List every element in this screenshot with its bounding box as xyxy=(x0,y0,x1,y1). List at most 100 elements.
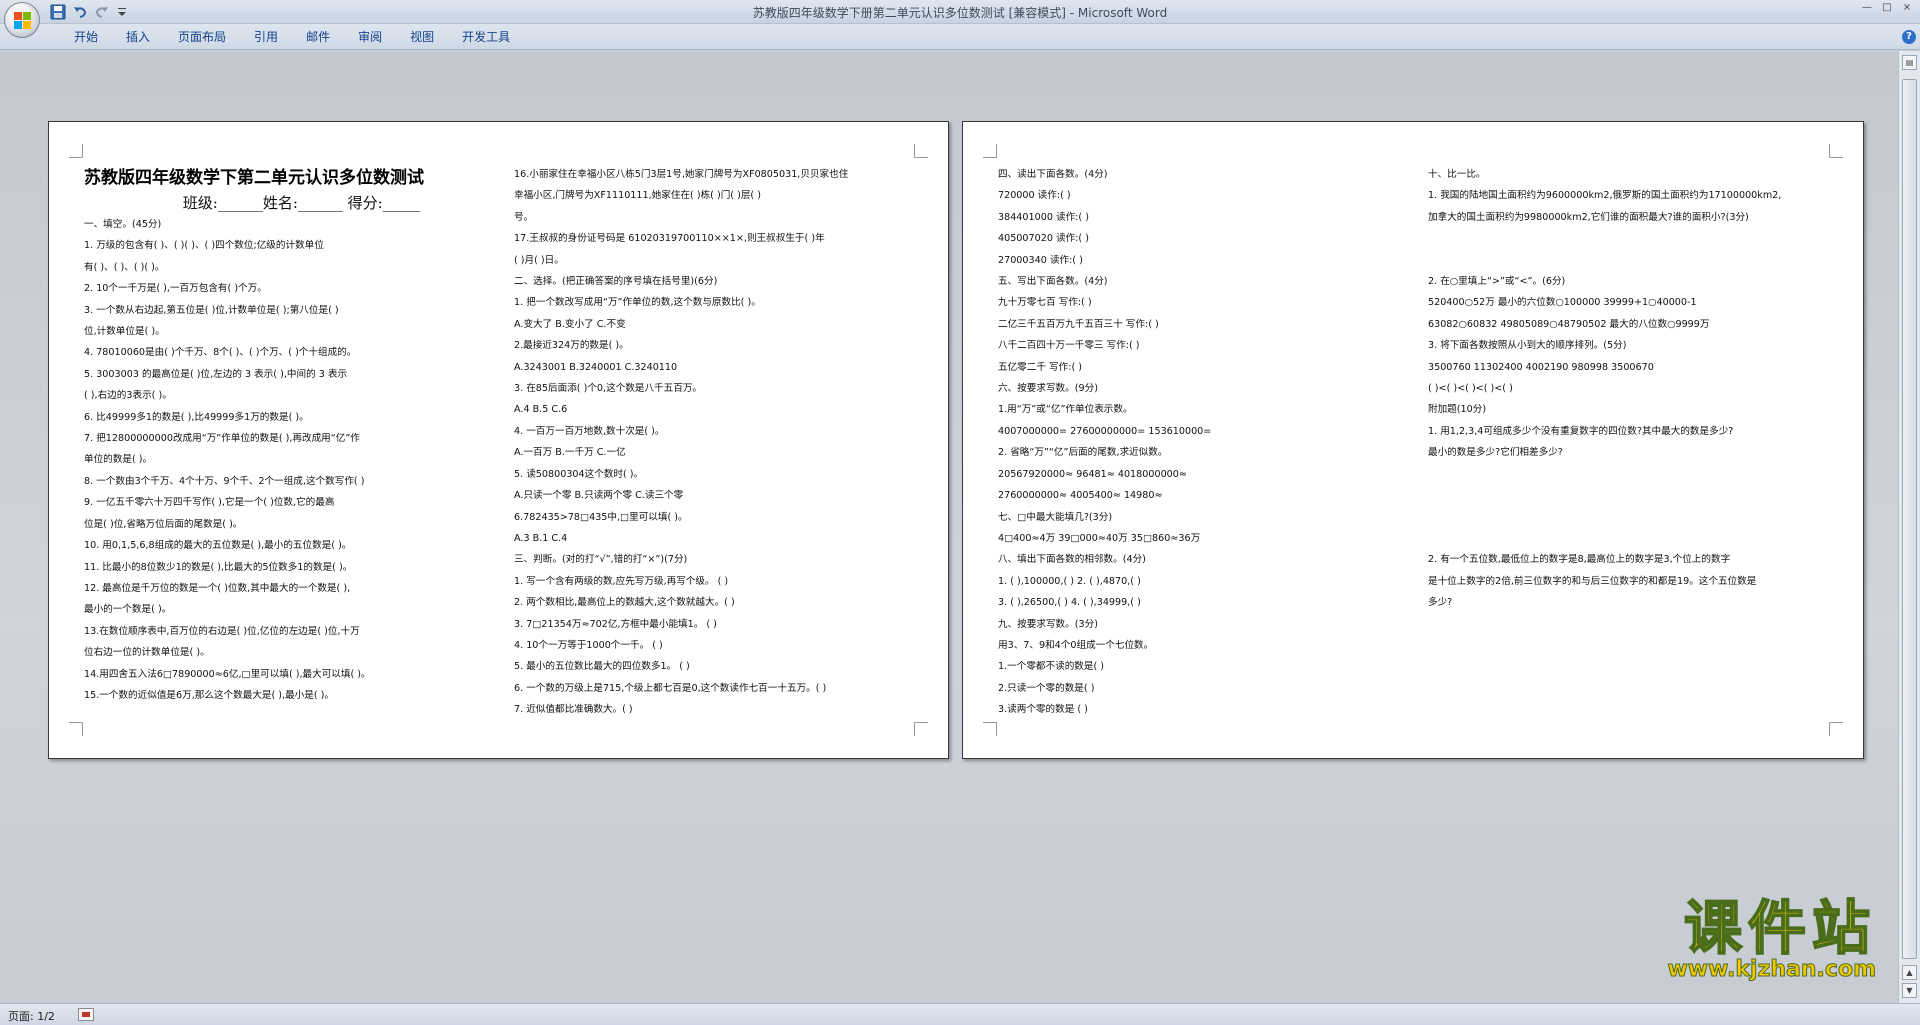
crop-mark xyxy=(983,722,997,736)
document-line: 2.只读一个零的数是( ) xyxy=(998,682,1095,694)
office-button[interactable] xyxy=(4,2,40,38)
save-icon[interactable] xyxy=(50,4,66,20)
document-line: 一、填空。(45分) xyxy=(84,219,162,230)
document-page-1: 苏教版四年级数学下第二单元认识多位数测试 班级:______姓名:______ … xyxy=(48,121,949,759)
help-icon[interactable]: ? xyxy=(1902,30,1916,44)
document-line: 5. 读50800304这个数时( )。 xyxy=(514,468,644,480)
document-line: 最小的数是多少?它们相差多少? xyxy=(1428,447,1563,459)
minimize-button[interactable]: — xyxy=(1862,2,1872,14)
document-line: A.3 B.1 C.4 xyxy=(514,532,568,544)
crop-mark xyxy=(983,144,997,158)
tab-view[interactable]: 视图 xyxy=(396,29,448,45)
document-line: 1. 万级的包含有( )、( )( )、( )四个数位;亿级的计数单位 xyxy=(84,240,324,252)
document-line: 720000 读作:( ) xyxy=(998,190,1071,202)
quick-access-toolbar xyxy=(50,3,132,21)
document-line: 3. 7□21354万≈702亿,方框中最小能填1。 ( ) xyxy=(514,618,717,630)
maximize-button[interactable]: □ xyxy=(1882,2,1892,14)
text-block: 一、填空。(45分) 1. 万级的包含有( )、( )( )、( )四个数位;亿级… xyxy=(84,214,489,706)
text-block: 十、比一比。 1. 我国的陆地国土面积约为9600000km2,俄罗斯的国土面积… xyxy=(1428,164,1848,656)
document-line: 8. 一个数由3个千万、4个十万、9个千、2个一组成,这个数写作( ) xyxy=(84,475,365,487)
watermark-text: 课件站 xyxy=(1683,894,1876,962)
tab-home[interactable]: 开始 xyxy=(60,29,112,45)
document-line: 6. 比49999多1的数是( ),比49999多1万的数是( )。 xyxy=(84,411,309,423)
document-line: 4□400≈4万 39□000≈40万 35□860≈36万 xyxy=(998,532,1201,544)
document-line: 1. 用1,2,3,4可组成多少个没有重复数字的四位数?其中最大的数是多少? xyxy=(1428,425,1734,437)
document-line: 1. 我国的陆地国土面积约为9600000km2,俄罗斯的国土面积约为17100… xyxy=(1428,190,1782,202)
undo-icon[interactable] xyxy=(72,4,88,20)
tab-references[interactable]: 引用 xyxy=(240,29,292,45)
crop-mark xyxy=(1829,722,1843,736)
tab-mailings[interactable]: 邮件 xyxy=(292,29,344,45)
document-line: 是十位上数字的2倍,前三位数字的和与后三位数字的和都是19。这个五位数是 xyxy=(1428,575,1757,587)
document-line: 2.最接近324万的数是( )。 xyxy=(514,340,629,352)
page1-left-column: 苏教版四年级数学下第二单元认识多位数测试 班级:______姓名:______ … xyxy=(84,164,489,706)
document-line: 五亿零二千 写作:( ) xyxy=(998,361,1082,373)
tab-insert[interactable]: 插入 xyxy=(112,29,164,45)
document-line: 9. 一亿五千零六十万四千写作( ),它是一个( )位数,它的最高 xyxy=(84,497,335,509)
document-line: A.只读一个零 B.只读两个零 C.读三个零 xyxy=(514,490,684,502)
document-line: 加拿大的国土面积约为9980000km2,它们谁的面积最大?谁的面积小?(3分) xyxy=(1428,211,1749,223)
window-title: 苏教版四年级数学下册第二单元认识多位数测试 [兼容模式] - Microsoft… xyxy=(752,6,1168,20)
text-block: 四、读出下面各数。(4分) 720000 读作:( ) 384401000 读作:(… xyxy=(998,164,1398,721)
proofing-icon[interactable] xyxy=(78,1008,94,1021)
document-line: 多少? xyxy=(1428,597,1453,609)
tab-review[interactable]: 审阅 xyxy=(344,29,396,45)
document-line: 位是( )位,省略万位后面的尾数是( )。 xyxy=(84,518,243,530)
document-line: 幸福小区,门牌号为XF1110111,她家住在( )栋( )门( )层( ) xyxy=(514,190,761,202)
title-bar: 苏教版四年级数学下册第二单元认识多位数测试 [兼容模式] - Microsoft… xyxy=(0,0,1920,24)
document-line: 位右边一位的计数单位是( )。 xyxy=(84,647,210,659)
page2-left-column: 四、读出下面各数。(4分) 720000 读作:( ) 384401000 读作:(… xyxy=(998,164,1398,721)
page-count[interactable]: 页面: 1/2 xyxy=(8,1008,55,1024)
document-line: 1. ( ),100000,( ) 2. ( ),4870,( ) xyxy=(998,575,1141,587)
ruler-toggle-icon[interactable]: ▤ xyxy=(1902,55,1917,70)
document-line: A.3243001 B.3240001 C.3240110 xyxy=(514,361,678,373)
ribbon: 开始 插入 页面布局 引用 邮件 审阅 视图 开发工具 ? xyxy=(0,24,1920,50)
document-line: 1.用“万”或“亿”作单位表示数。 xyxy=(998,404,1133,416)
document-line: 附加题(10分) xyxy=(1428,404,1487,416)
document-page-2: 四、读出下面各数。(4分) 720000 读作:( ) 384401000 读作:(… xyxy=(962,121,1864,759)
document-line: 九、按要求写数。(3分) xyxy=(998,618,1098,630)
document-subtitle: 班级:______姓名:______ 得分:_____ xyxy=(182,194,421,212)
document-line: 二亿三千五百万九千五百三十 写作:( ) xyxy=(998,318,1159,330)
document-line: 384401000 读作:( ) xyxy=(998,211,1089,223)
document-line: 2. 有一个五位数,最低位上的数字是8,最高位上的数字是3,个位上的数字 xyxy=(1428,554,1731,566)
document-line: 3500760 11302400 4002190 980998 3500670 xyxy=(1428,361,1654,373)
tab-developer[interactable]: 开发工具 xyxy=(448,29,524,45)
document-line: 九十万零七百 写作:( ) xyxy=(998,297,1092,309)
document-line: 6. 一个数的万级上是715,个级上都七百是0,这个数读作七百一十五万。( ) xyxy=(514,682,827,694)
document-line: 3. 将下面各数按照从小到大的顺序排列。(5分) xyxy=(1428,340,1627,352)
document-line: ( )<( )<( )<( )<( ) xyxy=(1428,383,1513,395)
document-line: 7. 把12800000000改成用“万”作单位的数是( ),再改成用“亿”作 xyxy=(84,433,360,445)
scroll-up-icon[interactable]: ▲ xyxy=(1902,965,1917,980)
customize-icon[interactable] xyxy=(116,4,132,20)
document-line: 5. 最小的五位数比最大的四位数多1。 ( ) xyxy=(514,661,690,673)
document-line: 7. 近似值都比准确数大。( ) xyxy=(514,704,633,716)
scrollbar-thumb[interactable] xyxy=(1902,79,1917,959)
document-line: A.4 B.5 C.6 xyxy=(514,404,568,416)
document-line: 11. 比最小的8位数少1的数是( ),比最大的5位数多1的数是( )。 xyxy=(84,561,353,573)
document-line: 5. 3003003 的最高位是( )位,左边的 3 表示( ),中间的 3 表… xyxy=(84,368,348,380)
document-line: 27000340 读作:( ) xyxy=(998,254,1083,266)
document-line: 6.782435>78□435中,□里可以填( )。 xyxy=(514,511,688,523)
document-line: 4. 一百万一百万地数,数十次是( )。 xyxy=(514,425,665,437)
document-line: 2. 10个一千万是( ),一百万包含有( )个万。 xyxy=(84,283,267,295)
tab-page-layout[interactable]: 页面布局 xyxy=(164,29,240,45)
crop-mark xyxy=(914,722,928,736)
redo-icon[interactable] xyxy=(94,4,110,20)
vertical-scrollbar[interactable]: ▤ ▲ ▼ xyxy=(1898,51,1920,1003)
scroll-down-icon[interactable]: ▼ xyxy=(1902,983,1917,998)
document-line: 2760000000≈ 4005400≈ 14980≈ xyxy=(998,490,1163,502)
close-button[interactable]: × xyxy=(1902,2,1912,14)
document-line: 四、读出下面各数。(4分) xyxy=(998,169,1108,180)
page1-right-column: 16.小丽家住在幸福小区八栋5门3层1号,她家门牌号为XF0805031,贝贝家… xyxy=(514,164,934,721)
document-line: 15.一个数的近似值是6万,那么这个数最大是( ),最小是( )。 xyxy=(84,689,334,701)
document-line: 六、按要求写数。(9分) xyxy=(998,383,1098,395)
document-line: 单位的数是( )。 xyxy=(84,454,153,466)
document-line: 八千二百四十万一千零三 写作:( ) xyxy=(998,340,1140,352)
document-line: 13.在数位顺序表中,百万位的右边是( )位,亿位的左边是( )位,十万 xyxy=(84,625,360,637)
document-line: 10. 用0,1,5,6,8组成的最大的五位数是( ),最小的五位数是( )。 xyxy=(84,540,352,552)
